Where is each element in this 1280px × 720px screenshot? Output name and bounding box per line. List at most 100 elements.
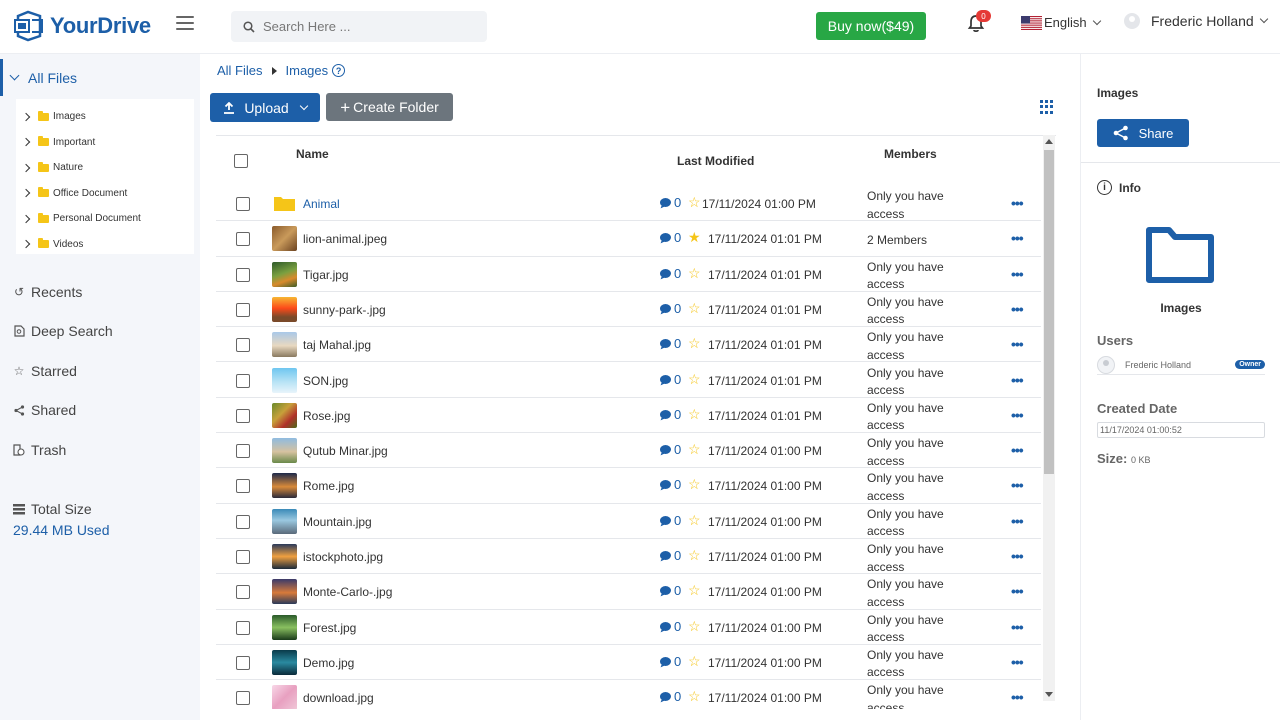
- file-name[interactable]: Mountain.jpg: [303, 515, 372, 529]
- table-row[interactable]: sunny-park-.jpg 0 ☆ 17/11/2024 01:01 PM Only…: [216, 292, 1041, 328]
- search-input[interactable]: [263, 19, 463, 34]
- more-actions-icon[interactable]: •••: [1011, 477, 1024, 493]
- row-checkbox[interactable]: [236, 691, 250, 706]
- table-row[interactable]: Monte-Carlo-.jpg 0 ☆ 17/11/2024 01:00 PM Onl…: [216, 574, 1041, 610]
- more-actions-icon[interactable]: •••: [1011, 548, 1024, 564]
- comment-count[interactable]: 0: [660, 407, 681, 422]
- more-actions-icon[interactable]: •••: [1011, 583, 1024, 599]
- sidebar-item-trash[interactable]: Trash: [13, 442, 66, 458]
- tree-item-nature[interactable]: Nature: [16, 155, 194, 181]
- more-actions-icon[interactable]: •••: [1011, 195, 1024, 211]
- star-icon[interactable]: ☆: [688, 335, 701, 352]
- language-selector[interactable]: English: [1021, 15, 1101, 30]
- star-icon[interactable]: ☆: [688, 265, 701, 282]
- star-filled-icon[interactable]: ★: [688, 229, 701, 246]
- table-row[interactable]: Tigar.jpg 0 ☆ 17/11/2024 01:01 PM Only you h…: [216, 257, 1041, 292]
- logo[interactable]: YourDrive: [12, 10, 151, 42]
- star-icon[interactable]: ☆: [688, 476, 701, 493]
- comment-count[interactable]: 0: [660, 336, 681, 351]
- more-actions-icon[interactable]: •••: [1011, 407, 1024, 423]
- row-checkbox[interactable]: [236, 479, 250, 494]
- star-icon[interactable]: ☆: [688, 512, 701, 529]
- column-header-last-modified[interactable]: Last Modified: [677, 154, 754, 168]
- comment-count[interactable]: 0: [660, 230, 681, 245]
- file-name[interactable]: istockphoto.jpg: [303, 550, 383, 564]
- share-button[interactable]: Share: [1097, 119, 1189, 147]
- table-row[interactable]: Rome.jpg 0 ☆ 17/11/2024 01:00 PM Only you ha…: [216, 468, 1041, 504]
- grid-view-icon[interactable]: [1040, 100, 1054, 114]
- star-icon[interactable]: ☆: [688, 194, 701, 211]
- file-name[interactable]: download.jpg: [303, 691, 374, 705]
- create-folder-button[interactable]: + Create Folder: [326, 93, 453, 121]
- star-icon[interactable]: ☆: [688, 582, 701, 599]
- sidebar-item-shared[interactable]: Shared: [13, 402, 76, 418]
- more-actions-icon[interactable]: •••: [1011, 336, 1024, 352]
- file-name[interactable]: lion-animal.jpeg: [303, 232, 387, 246]
- more-actions-icon[interactable]: •••: [1011, 301, 1024, 317]
- more-actions-icon[interactable]: •••: [1011, 619, 1024, 635]
- tree-item-office-document[interactable]: Office Document: [16, 181, 194, 207]
- file-name[interactable]: SON.jpg: [303, 374, 348, 388]
- file-name[interactable]: Rose.jpg: [303, 409, 350, 423]
- upload-button[interactable]: Upload: [210, 93, 320, 122]
- help-icon[interactable]: ?: [332, 64, 346, 77]
- table-row[interactable]: Mountain.jpg 0 ☆ 17/11/2024 01:00 PM Only yo…: [216, 504, 1041, 539]
- more-actions-icon[interactable]: •••: [1011, 513, 1024, 529]
- file-name[interactable]: Rome.jpg: [303, 479, 354, 493]
- file-name[interactable]: Qutub Minar.jpg: [303, 444, 388, 458]
- comment-count[interactable]: 0: [660, 266, 681, 281]
- table-row[interactable]: istockphoto.jpg 0 ☆ 17/11/2024 01:00 PM Only…: [216, 539, 1041, 575]
- buy-now-button[interactable]: Buy now($49): [816, 12, 926, 40]
- comment-count[interactable]: 0: [660, 477, 681, 492]
- scroll-up-icon[interactable]: [1045, 139, 1053, 144]
- tree-item-images[interactable]: Images: [16, 104, 194, 130]
- row-checkbox[interactable]: [236, 620, 250, 635]
- row-checkbox[interactable]: [236, 267, 250, 282]
- sidebar-item-recents[interactable]: ↺ Recents: [13, 284, 82, 300]
- file-name[interactable]: Tigar.jpg: [303, 268, 349, 282]
- comment-count[interactable]: 0: [660, 548, 681, 563]
- user-menu[interactable]: Frederic Holland: [1124, 13, 1268, 29]
- star-icon[interactable]: ☆: [688, 653, 701, 670]
- row-checkbox[interactable]: [236, 655, 250, 670]
- more-actions-icon[interactable]: •••: [1011, 654, 1024, 670]
- row-checkbox[interactable]: [236, 514, 250, 529]
- tree-item-personal-document[interactable]: Personal Document: [16, 206, 194, 232]
- table-row[interactable]: Qutub Minar.jpg 0 ☆ 17/11/2024 01:00 PM Only…: [216, 433, 1041, 469]
- table-row[interactable]: SON.jpg 0 ☆ 17/11/2024 01:01 PM Only you hav…: [216, 363, 1041, 398]
- sidebar-item-deep-search[interactable]: Deep Search: [13, 323, 113, 339]
- file-name[interactable]: Demo.jpg: [303, 656, 354, 670]
- comment-count[interactable]: 0: [660, 442, 681, 457]
- column-header-name[interactable]: Name: [296, 147, 329, 161]
- scroll-down-icon[interactable]: [1045, 692, 1053, 697]
- more-actions-icon[interactable]: •••: [1011, 266, 1024, 282]
- comment-count[interactable]: 0: [660, 372, 681, 387]
- table-row[interactable]: download.jpg 0 ☆ 17/11/2024 01:00 PM Only yo…: [216, 680, 1041, 709]
- comment-count[interactable]: 0: [660, 689, 681, 704]
- row-checkbox[interactable]: [236, 550, 250, 564]
- table-row[interactable]: Demo.jpg 0 ☆ 17/11/2024 01:00 PM Only you ha…: [216, 645, 1041, 681]
- more-actions-icon[interactable]: •••: [1011, 442, 1024, 458]
- select-all-checkbox[interactable]: [234, 154, 248, 168]
- breadcrumb-item-all-files[interactable]: All Files: [217, 63, 263, 78]
- file-name[interactable]: taj Mahal.jpg: [303, 338, 371, 352]
- row-checkbox[interactable]: [236, 444, 250, 459]
- scroll-thumb[interactable]: [1044, 150, 1054, 474]
- star-icon[interactable]: ☆: [688, 547, 701, 564]
- comment-count[interactable]: 0: [660, 513, 681, 528]
- row-checkbox[interactable]: [236, 302, 250, 317]
- star-icon[interactable]: ☆: [688, 406, 701, 423]
- more-actions-icon[interactable]: •••: [1011, 230, 1024, 246]
- file-name[interactable]: Forest.jpg: [303, 621, 356, 635]
- comment-count[interactable]: 0: [660, 654, 681, 669]
- file-name[interactable]: Animal: [303, 197, 340, 211]
- scrollbar[interactable]: [1043, 135, 1055, 701]
- column-header-members[interactable]: Members: [884, 147, 937, 161]
- row-checkbox[interactable]: [236, 373, 250, 388]
- menu-toggle-icon[interactable]: [176, 16, 194, 30]
- star-icon[interactable]: ☆: [688, 371, 701, 388]
- row-checkbox[interactable]: [236, 408, 250, 423]
- table-row[interactable]: Rose.jpg 0 ☆ 17/11/2024 01:01 PM Only you ha…: [216, 398, 1041, 434]
- star-icon[interactable]: ☆: [688, 300, 701, 317]
- breadcrumb-item-images[interactable]: Images: [286, 63, 329, 78]
